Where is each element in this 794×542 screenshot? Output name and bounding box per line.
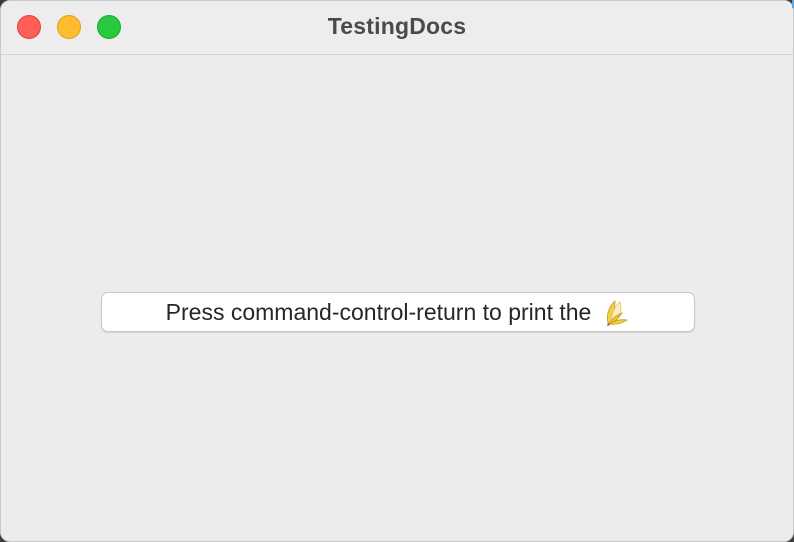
app-window: TestingDocs Press command-control-return… [0,0,794,542]
banana-icon [600,297,630,327]
print-banana-button[interactable]: Press command-control-return to print th… [101,292,695,332]
window-title: TestingDocs [327,13,467,39]
window-content: Press command-control-return to print th… [1,55,793,541]
print-banana-button-label: Press command-control-return to print th… [165,298,592,325]
title-bar[interactable]: TestingDocs [1,1,793,55]
